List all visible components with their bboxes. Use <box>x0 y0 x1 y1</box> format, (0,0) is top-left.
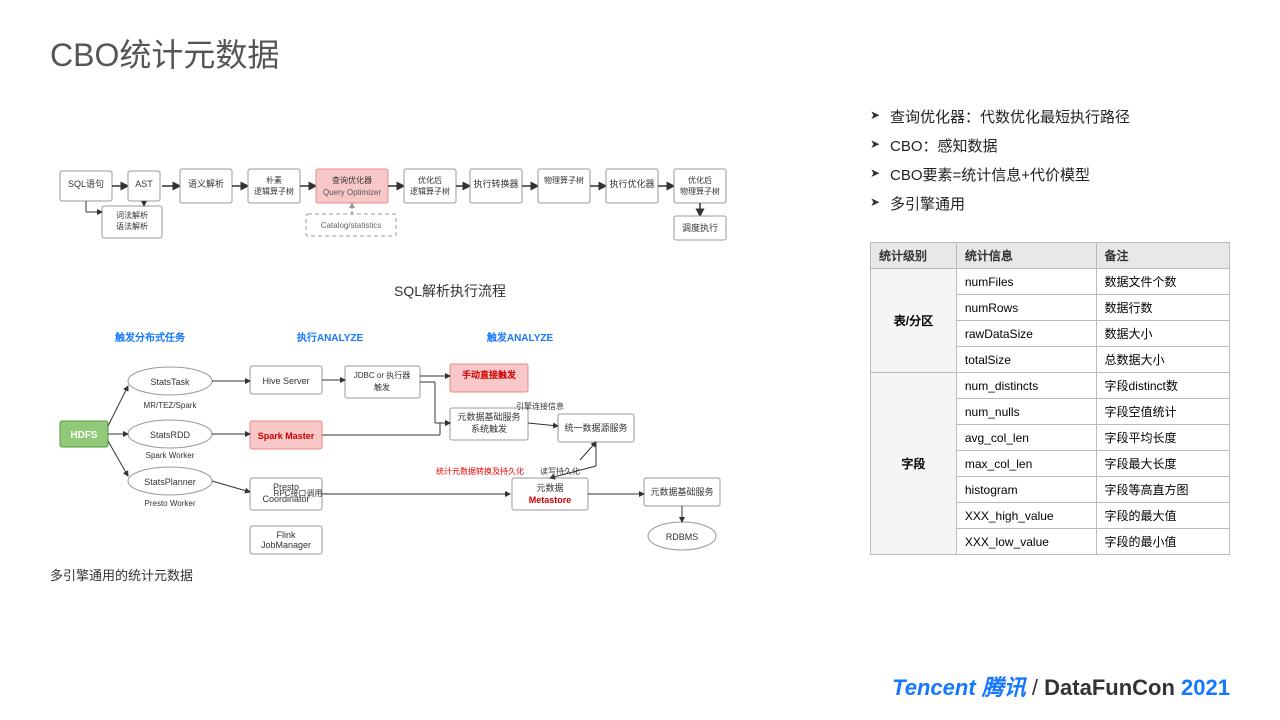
point-1: 查询优化器：代数优化最短执行路径 <box>870 106 1230 127</box>
svg-text:Catalog/statistics: Catalog/statistics <box>321 221 381 230</box>
svg-text:逻辑算子树: 逻辑算子树 <box>410 186 450 196</box>
svg-text:调度执行: 调度执行 <box>682 222 718 233</box>
svg-text:统一数据源服务: 统一数据源服务 <box>564 422 627 433</box>
bottom-diagram-area: 触发分布式任务 执行ANALYZE 触发ANALYZE HDFS StatsTa… <box>50 326 850 686</box>
points-list: 查询优化器：代数优化最短执行路径 CBO：感知数据 CBO要素=统计信息+代价模… <box>870 96 1230 232</box>
svg-text:执行ANALYZE: 执行ANALYZE <box>297 331 364 344</box>
stat-note: 字段的最大值 <box>1096 503 1229 529</box>
category-field: 字段 <box>871 373 957 555</box>
svg-text:统计元数据转换及持久化: 统计元数据转换及持久化 <box>436 466 524 476</box>
svg-text:StatsTask: StatsTask <box>150 377 190 387</box>
svg-text:MR/TEZ/Spark: MR/TEZ/Spark <box>144 401 198 410</box>
bottom-label: 多引擎通用的统计元数据 <box>50 565 850 584</box>
col-header-level: 统计级别 <box>871 243 957 269</box>
svg-text:词法解析: 词法解析 <box>116 210 148 220</box>
stat-name: num_distincts <box>956 373 1096 399</box>
footer: Tencent 腾讯 / DataFunCon 2021 <box>892 670 1230 702</box>
datafuncon-label: DataFunCon <box>1044 675 1175 700</box>
stat-note: 字段的最小值 <box>1096 529 1229 555</box>
point-2: CBO：感知数据 <box>870 135 1230 156</box>
svg-text:Query Optimizer: Query Optimizer <box>323 188 382 197</box>
svg-text:查询优化器: 查询优化器 <box>332 175 372 185</box>
svg-text:Presto Worker: Presto Worker <box>145 499 196 508</box>
svg-text:Flink: Flink <box>276 530 296 540</box>
svg-text:优化后: 优化后 <box>418 175 442 185</box>
svg-text:SQL语句: SQL语句 <box>68 178 104 189</box>
svg-text:物理算子树: 物理算子树 <box>680 186 720 196</box>
tencent-cn-label: 腾讯 <box>982 675 1026 700</box>
stat-note: 数据行数 <box>1096 295 1229 321</box>
stat-name: avg_col_len <box>956 425 1096 451</box>
stat-name: numFiles <box>956 269 1096 295</box>
svg-text:触发ANALYZE: 触发ANALYZE <box>486 331 554 344</box>
svg-text:元数据: 元数据 <box>536 482 563 493</box>
svg-text:AST: AST <box>135 179 153 189</box>
svg-text:引擎连接信息: 引擎连接信息 <box>516 401 564 411</box>
stat-note: 数据大小 <box>1096 321 1229 347</box>
svg-text:RDBMS: RDBMS <box>666 532 699 542</box>
point-3: CBO要素=统计信息+代价模型 <box>870 164 1230 185</box>
svg-text:执行转换器: 执行转换器 <box>473 178 518 189</box>
stat-name: XXX_low_value <box>956 529 1096 555</box>
table-row: 字段 num_distincts 字段distinct数 <box>871 373 1230 399</box>
stat-name: max_col_len <box>956 451 1096 477</box>
svg-text:JobManager: JobManager <box>261 540 311 550</box>
stats-table: 统计级别 统计信息 备注 表/分区 numFiles 数据文件个数 numRow… <box>870 242 1230 555</box>
col-header-info: 统计信息 <box>956 243 1096 269</box>
svg-text:语义解析: 语义解析 <box>188 178 224 189</box>
svg-text:元数据基础服务: 元数据基础服务 <box>457 411 520 422</box>
point-4: 多引擎通用 <box>870 193 1230 214</box>
content-area: SQL语句 AST 词法解析 语法解析 <box>50 96 1230 686</box>
stat-name: num_nulls <box>956 399 1096 425</box>
svg-text:优化后: 优化后 <box>688 175 712 185</box>
slide: CBO统计元数据 SQL语句 AST 词法解析 <box>0 0 1280 720</box>
stat-note: 总数据大小 <box>1096 347 1229 373</box>
svg-text:语法解析: 语法解析 <box>116 221 148 231</box>
stat-name: histogram <box>956 477 1096 503</box>
svg-text:手动直接触发: 手动直接触发 <box>462 369 517 380</box>
flow-diagram-area: SQL语句 AST 词法解析 语法解析 <box>50 96 850 316</box>
svg-text:Metastore: Metastore <box>529 495 572 505</box>
svg-text:RPC接口调用: RPC接口调用 <box>274 488 323 498</box>
svg-text:朴素: 朴素 <box>266 175 282 185</box>
svg-text:Spark Worker: Spark Worker <box>146 451 195 460</box>
svg-text:Hive Server: Hive Server <box>262 376 309 386</box>
flow-svg: SQL语句 AST 词法解析 语法解析 <box>50 96 750 286</box>
bottom-svg: 触发分布式任务 执行ANALYZE 触发ANALYZE HDFS StatsTa… <box>50 326 750 556</box>
year-label: 2021 <box>1181 675 1230 700</box>
stat-name: rawDataSize <box>956 321 1096 347</box>
svg-text:触发分布式任务: 触发分布式任务 <box>114 331 186 344</box>
stat-note: 字段平均长度 <box>1096 425 1229 451</box>
stat-name: XXX_high_value <box>956 503 1096 529</box>
col-header-note: 备注 <box>1096 243 1229 269</box>
right-panel: 查询优化器：代数优化最短执行路径 CBO：感知数据 CBO要素=统计信息+代价模… <box>870 96 1230 686</box>
svg-text:StatsRDD: StatsRDD <box>150 430 191 440</box>
table-row: 表/分区 numFiles 数据文件个数 <box>871 269 1230 295</box>
left-panel: SQL语句 AST 词法解析 语法解析 <box>50 96 850 686</box>
stat-note: 字段distinct数 <box>1096 373 1229 399</box>
stat-note: 字段等高直方图 <box>1096 477 1229 503</box>
svg-text:元数据基础服务: 元数据基础服务 <box>650 486 713 497</box>
stat-note: 数据文件个数 <box>1096 269 1229 295</box>
tencent-en-label: Tencent <box>892 675 976 700</box>
svg-text:逻辑算子树: 逻辑算子树 <box>254 186 294 196</box>
stat-note: 字段空值统计 <box>1096 399 1229 425</box>
svg-text:物理算子树: 物理算子树 <box>544 175 584 185</box>
svg-text:执行优化器: 执行优化器 <box>609 178 654 189</box>
svg-text:Spark Master: Spark Master <box>258 431 315 441</box>
svg-text:HDFS: HDFS <box>70 430 98 441</box>
svg-text:触发: 触发 <box>374 382 390 392</box>
stat-note: 字段最大长度 <box>1096 451 1229 477</box>
stat-name: totalSize <box>956 347 1096 373</box>
svg-text:StatsPlanner: StatsPlanner <box>144 477 196 487</box>
svg-text:JDBC or 执行器: JDBC or 执行器 <box>354 370 410 380</box>
page-title: CBO统计元数据 <box>50 30 1230 76</box>
svg-text:系统触发: 系统触发 <box>471 423 507 434</box>
footer-slash: / <box>1032 675 1044 700</box>
category-table: 表/分区 <box>871 269 957 373</box>
svg-text:读写持久化: 读写持久化 <box>540 466 580 476</box>
stat-name: numRows <box>956 295 1096 321</box>
